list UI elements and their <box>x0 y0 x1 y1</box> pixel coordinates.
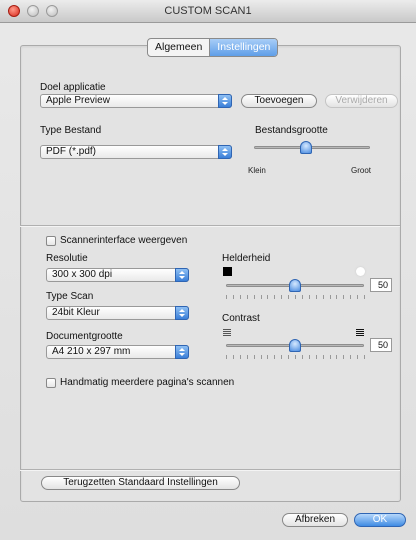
slider-tick <box>288 295 290 299</box>
scanner-interface-checkbox[interactable] <box>46 236 56 246</box>
slider-tick <box>315 295 317 299</box>
slider-tick <box>322 295 324 299</box>
manual-multipage-checkbox[interactable] <box>46 378 56 388</box>
app-select[interactable]: Apple Preview <box>40 94 232 108</box>
scan-type-select-value: 24bit Kleur <box>52 307 100 318</box>
contrast-value-field[interactable]: 50 <box>370 338 392 352</box>
slider-tick <box>232 295 234 299</box>
slider-tick <box>322 355 324 359</box>
slider-tick <box>295 295 296 299</box>
filesize-slider-knob[interactable] <box>300 141 313 154</box>
slider-tick <box>350 295 352 299</box>
slider-tick <box>295 355 296 359</box>
add-button[interactable]: Toevoegen <box>241 94 317 108</box>
slider-tick <box>301 295 303 299</box>
tab-bar: Algemeen Instellingen <box>147 38 279 57</box>
app-select-value: Apple Preview <box>46 95 110 106</box>
popup-arrows-icon <box>218 145 232 159</box>
filetype-select-value: PDF (*.pdf) <box>46 146 97 157</box>
slider-tick <box>364 355 365 359</box>
popup-arrows-icon <box>175 306 189 320</box>
slider-tick <box>343 295 345 299</box>
brightness-slider-knob[interactable] <box>289 279 301 292</box>
slider-tick <box>329 295 331 299</box>
scan-type-label: Type Scan <box>46 291 94 302</box>
slider-tick <box>357 295 359 299</box>
slider-tick <box>239 355 241 359</box>
slider-tick <box>267 355 269 359</box>
remove-button[interactable]: Verwijderen <box>325 94 398 108</box>
brightness-ticks <box>226 295 365 299</box>
scan-type-select[interactable]: 24bit Kleur <box>46 306 189 320</box>
slider-tick <box>308 355 310 359</box>
ok-button[interactable]: OK <box>354 513 406 527</box>
slider-tick <box>288 355 290 359</box>
doc-size-select[interactable]: A4 210 x 297 mm <box>46 345 189 359</box>
section-divider <box>20 225 400 227</box>
slider-tick <box>232 355 234 359</box>
doc-size-select-value: A4 210 x 297 mm <box>52 346 131 357</box>
reset-defaults-button[interactable]: Terugzetten Standaard Instellingen <box>41 476 240 490</box>
slider-tick <box>267 295 269 299</box>
slider-tick <box>308 295 310 299</box>
filesize-min-label: Klein <box>248 166 266 175</box>
slider-tick <box>253 295 255 299</box>
slider-tick <box>274 355 276 359</box>
popup-arrows-icon <box>175 345 189 359</box>
footer-divider <box>20 469 400 471</box>
slider-tick <box>336 295 338 299</box>
brightness-light-icon <box>356 267 365 276</box>
brightness-label: Helderheid <box>222 253 271 264</box>
contrast-high-icon <box>356 329 364 336</box>
slider-tick <box>357 355 359 359</box>
popup-arrows-icon <box>175 268 189 282</box>
window-title: CUSTOM SCAN1 <box>164 5 252 17</box>
app-label: Doel applicatie <box>40 82 106 93</box>
popup-arrows-icon <box>218 94 232 108</box>
slider-tick <box>364 295 365 299</box>
slider-tick <box>226 295 227 299</box>
contrast-low-icon <box>223 329 231 336</box>
title-bar: CUSTOM SCAN1 <box>0 0 416 23</box>
slider-tick <box>260 295 262 299</box>
resolution-select-value: 300 x 300 dpi <box>52 269 113 280</box>
slider-tick <box>253 355 255 359</box>
slider-tick <box>239 295 241 299</box>
slider-tick <box>336 355 338 359</box>
slider-tick <box>260 355 262 359</box>
slider-tick <box>226 355 227 359</box>
resolution-select[interactable]: 300 x 300 dpi <box>46 268 189 282</box>
slider-tick <box>315 355 317 359</box>
brightness-value-field[interactable]: 50 <box>370 278 392 292</box>
tab-instellingen[interactable]: Instellingen <box>209 39 278 56</box>
resolution-label: Resolutie <box>46 253 88 264</box>
filetype-select[interactable]: PDF (*.pdf) <box>40 145 232 159</box>
slider-tick <box>329 355 331 359</box>
contrast-ticks <box>226 355 365 359</box>
slider-tick <box>246 355 248 359</box>
scanner-interface-label: Scannerinterface weergeven <box>60 235 188 246</box>
slider-tick <box>246 295 248 299</box>
filetype-label: Type Bestand <box>40 125 102 136</box>
slider-tick <box>301 355 303 359</box>
cancel-button[interactable]: Afbreken <box>282 513 348 527</box>
doc-size-label: Documentgrootte <box>46 331 123 342</box>
manual-multipage-label: Handmatig meerdere pagina's scannen <box>60 377 235 388</box>
brightness-dark-icon <box>223 267 232 276</box>
slider-tick <box>350 355 352 359</box>
slider-tick <box>274 295 276 299</box>
filesize-max-label: Groot <box>351 166 372 175</box>
tab-algemeen[interactable]: Algemeen <box>148 39 209 56</box>
slider-tick <box>281 295 283 299</box>
filesize-label: Bestandsgrootte <box>255 125 328 136</box>
contrast-label: Contrast <box>222 313 260 324</box>
contrast-slider-knob[interactable] <box>289 339 301 352</box>
slider-tick <box>343 355 345 359</box>
slider-tick <box>281 355 283 359</box>
